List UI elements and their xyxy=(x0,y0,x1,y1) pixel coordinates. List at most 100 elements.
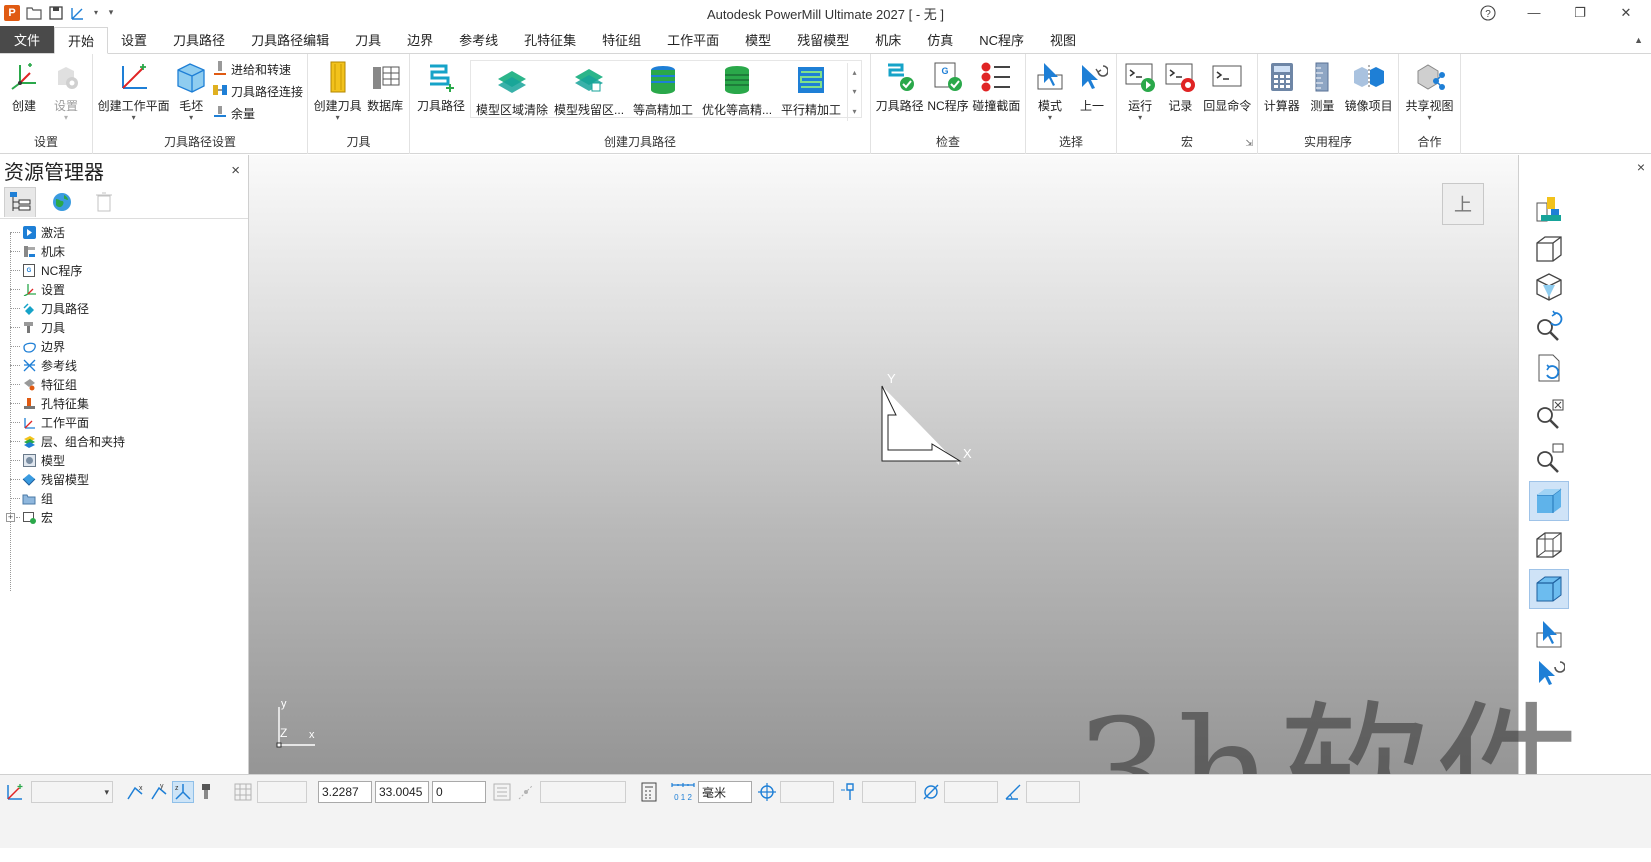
shaded-view-icon[interactable] xyxy=(1529,481,1569,521)
verify-toolpath-button[interactable]: 刀具路径 xyxy=(875,60,924,114)
gallery-constant-z-finishing[interactable]: 等高精加工 xyxy=(627,63,699,118)
create-workplane-button[interactable]: 创建工作平面 ▾ xyxy=(97,60,170,122)
calculator-icon[interactable] xyxy=(638,781,660,803)
tab-toolpath-edit[interactable]: 刀具路径编辑 xyxy=(238,26,342,53)
tab-home[interactable]: 开始 xyxy=(54,27,109,54)
tree-item-holes[interactable]: 孔特征集 xyxy=(0,394,248,413)
gallery-model-area-clearance[interactable]: 模型区域清除 xyxy=(473,63,551,118)
minimize-button[interactable]: — xyxy=(1511,0,1557,25)
tree-item-tools[interactable]: 刀具 xyxy=(0,318,248,337)
tab-holes[interactable]: 孔特征集 xyxy=(511,26,589,53)
tab-view[interactable]: 视图 xyxy=(1037,26,1089,53)
gallery-model-rest-clearance[interactable]: 模型残留区... xyxy=(551,63,627,118)
list-icon[interactable] xyxy=(491,781,513,803)
explorer-close-button[interactable]: × xyxy=(231,162,240,179)
measure-button[interactable]: 测量 xyxy=(1304,60,1342,114)
crosshair-icon[interactable] xyxy=(756,781,778,803)
zoom-box-icon[interactable] xyxy=(1529,437,1569,477)
tree-item-stock-models[interactable]: 残留模型 xyxy=(0,470,248,489)
tool-axis-icon[interactable] xyxy=(838,781,860,803)
thickness-button[interactable]: 余量 xyxy=(212,104,303,123)
tree-item-toolpaths[interactable]: 刀具路径 xyxy=(0,299,248,318)
tree-item-patterns[interactable]: 参考线 xyxy=(0,356,248,375)
coord-z-field[interactable]: 0 xyxy=(432,781,486,803)
mirror-items-button[interactable]: 镜像项目 xyxy=(1343,60,1394,114)
tool-axis-field[interactable] xyxy=(862,781,916,803)
axis-x-icon[interactable]: x xyxy=(124,781,146,803)
scale-ruler-icon[interactable]: 0 1 2 xyxy=(670,781,696,803)
axis-z-icon[interactable]: z xyxy=(172,781,194,803)
chevron-up-icon[interactable]: ▴ xyxy=(853,68,857,77)
expand-icon[interactable]: + xyxy=(6,513,15,522)
top-view-cube-icon[interactable] xyxy=(1529,267,1569,307)
coord-x-field[interactable]: 3.2287 xyxy=(318,781,372,803)
wireframe-view-icon[interactable] xyxy=(1529,525,1569,565)
help-icon[interactable]: ? xyxy=(1465,0,1511,25)
grid-icon[interactable] xyxy=(232,781,254,803)
tree-item-active[interactable]: 激活 xyxy=(0,223,248,242)
refresh-document-icon[interactable] xyxy=(1529,349,1569,389)
tab-model[interactable]: 模型 xyxy=(732,26,784,53)
graphics-viewport[interactable]: 上 Y X y Z x xyxy=(249,155,1518,774)
zoom-extents-icon[interactable] xyxy=(1529,393,1569,433)
tab-feature-set[interactable]: 特征组 xyxy=(589,26,654,53)
tab-stock-model[interactable]: 残留模型 xyxy=(784,26,862,53)
tab-tool[interactable]: 刀具 xyxy=(342,26,394,53)
restore-button[interactable]: ❐ xyxy=(1557,0,1603,25)
gallery-expand-icon[interactable]: ▾ xyxy=(853,107,857,116)
select-mode-icon[interactable] xyxy=(1529,615,1569,655)
save-icon[interactable] xyxy=(48,5,64,21)
coord-y-field[interactable]: 33.0045 xyxy=(375,781,429,803)
tree-item-setup[interactable]: 设置 xyxy=(0,280,248,299)
iso-view-icon[interactable] xyxy=(1529,189,1569,229)
calculator-button[interactable]: 计算器 xyxy=(1262,60,1302,114)
tab-nc-program[interactable]: NC程序 xyxy=(966,26,1037,53)
gallery-raster-finishing[interactable]: 平行精加工 xyxy=(775,63,847,118)
shaded-wireframe-icon[interactable] xyxy=(1529,569,1569,609)
tolerance-field[interactable] xyxy=(780,781,834,803)
tree-item-boundaries[interactable]: 边界 xyxy=(0,337,248,356)
settings-button[interactable]: 设置 ▾ xyxy=(46,60,86,122)
app-logo-icon[interactable]: P xyxy=(4,4,20,21)
share-view-button[interactable]: 共享视图 ▾ xyxy=(1403,60,1456,122)
workplane-icon[interactable] xyxy=(4,781,26,803)
workplane-select[interactable]: ▾ xyxy=(31,781,113,803)
tree-item-nc-program[interactable]: G NC程序 xyxy=(0,261,248,280)
explorer-globe-icon[interactable] xyxy=(46,187,78,217)
dialog-launcher-icon[interactable]: ⇲ xyxy=(1245,138,1253,149)
feeds-speeds-button[interactable]: 进给和转速 xyxy=(212,60,303,79)
tab-boundary[interactable]: 边界 xyxy=(394,26,446,53)
chevron-down-icon[interactable]: ▾ xyxy=(853,87,857,96)
diameter-field[interactable] xyxy=(944,781,998,803)
tab-machine[interactable]: 机床 xyxy=(862,26,914,53)
customize-qat-icon[interactable]: ▾ xyxy=(106,5,116,21)
zoom-refresh-icon[interactable] xyxy=(1529,305,1569,345)
tree-item-levels[interactable]: 层、组合和夹持 xyxy=(0,432,248,451)
tab-simulation[interactable]: 仿真 xyxy=(914,26,966,53)
close-button[interactable]: ✕ xyxy=(1603,0,1649,25)
select-mode-button[interactable]: 模式 ▾ xyxy=(1030,60,1070,122)
tree-item-feature-sets[interactable]: 特征组 xyxy=(0,375,248,394)
tab-file[interactable]: 文件 xyxy=(0,26,55,53)
view-cube[interactable]: 上 xyxy=(1442,183,1484,225)
tree-item-macros[interactable]: + 宏 xyxy=(0,508,248,527)
verify-nc-program-button[interactable]: G NC程序 xyxy=(926,60,969,114)
view-panel-close-button[interactable]: × xyxy=(1637,159,1645,175)
chevron-down-icon[interactable]: ▾ xyxy=(92,5,100,21)
create-button[interactable]: 创建 xyxy=(4,60,44,114)
axis-y-icon[interactable]: y xyxy=(148,781,170,803)
toolpath-button[interactable]: 刀具路径 xyxy=(414,60,468,114)
tab-setup[interactable]: 设置 xyxy=(108,26,160,53)
units-field[interactable]: 毫米 xyxy=(698,781,752,803)
tab-toolpath[interactable]: 刀具路径 xyxy=(160,26,238,53)
toolpath-connections-button[interactable]: 刀具路径连接 xyxy=(212,82,303,101)
create-tool-button[interactable]: 创建刀具 ▾ xyxy=(312,60,363,122)
select-previous-icon[interactable] xyxy=(1529,653,1569,693)
block-button[interactable]: 毛坯 ▾ xyxy=(172,60,210,122)
diameter-icon[interactable] xyxy=(920,781,942,803)
tree-item-groups[interactable]: 组 xyxy=(0,489,248,508)
snap-icon[interactable] xyxy=(515,781,537,803)
gallery-scroll[interactable]: ▴ ▾ ▾ xyxy=(847,63,861,121)
tab-pattern[interactable]: 参考线 xyxy=(446,26,511,53)
open-folder-icon[interactable] xyxy=(26,5,42,21)
